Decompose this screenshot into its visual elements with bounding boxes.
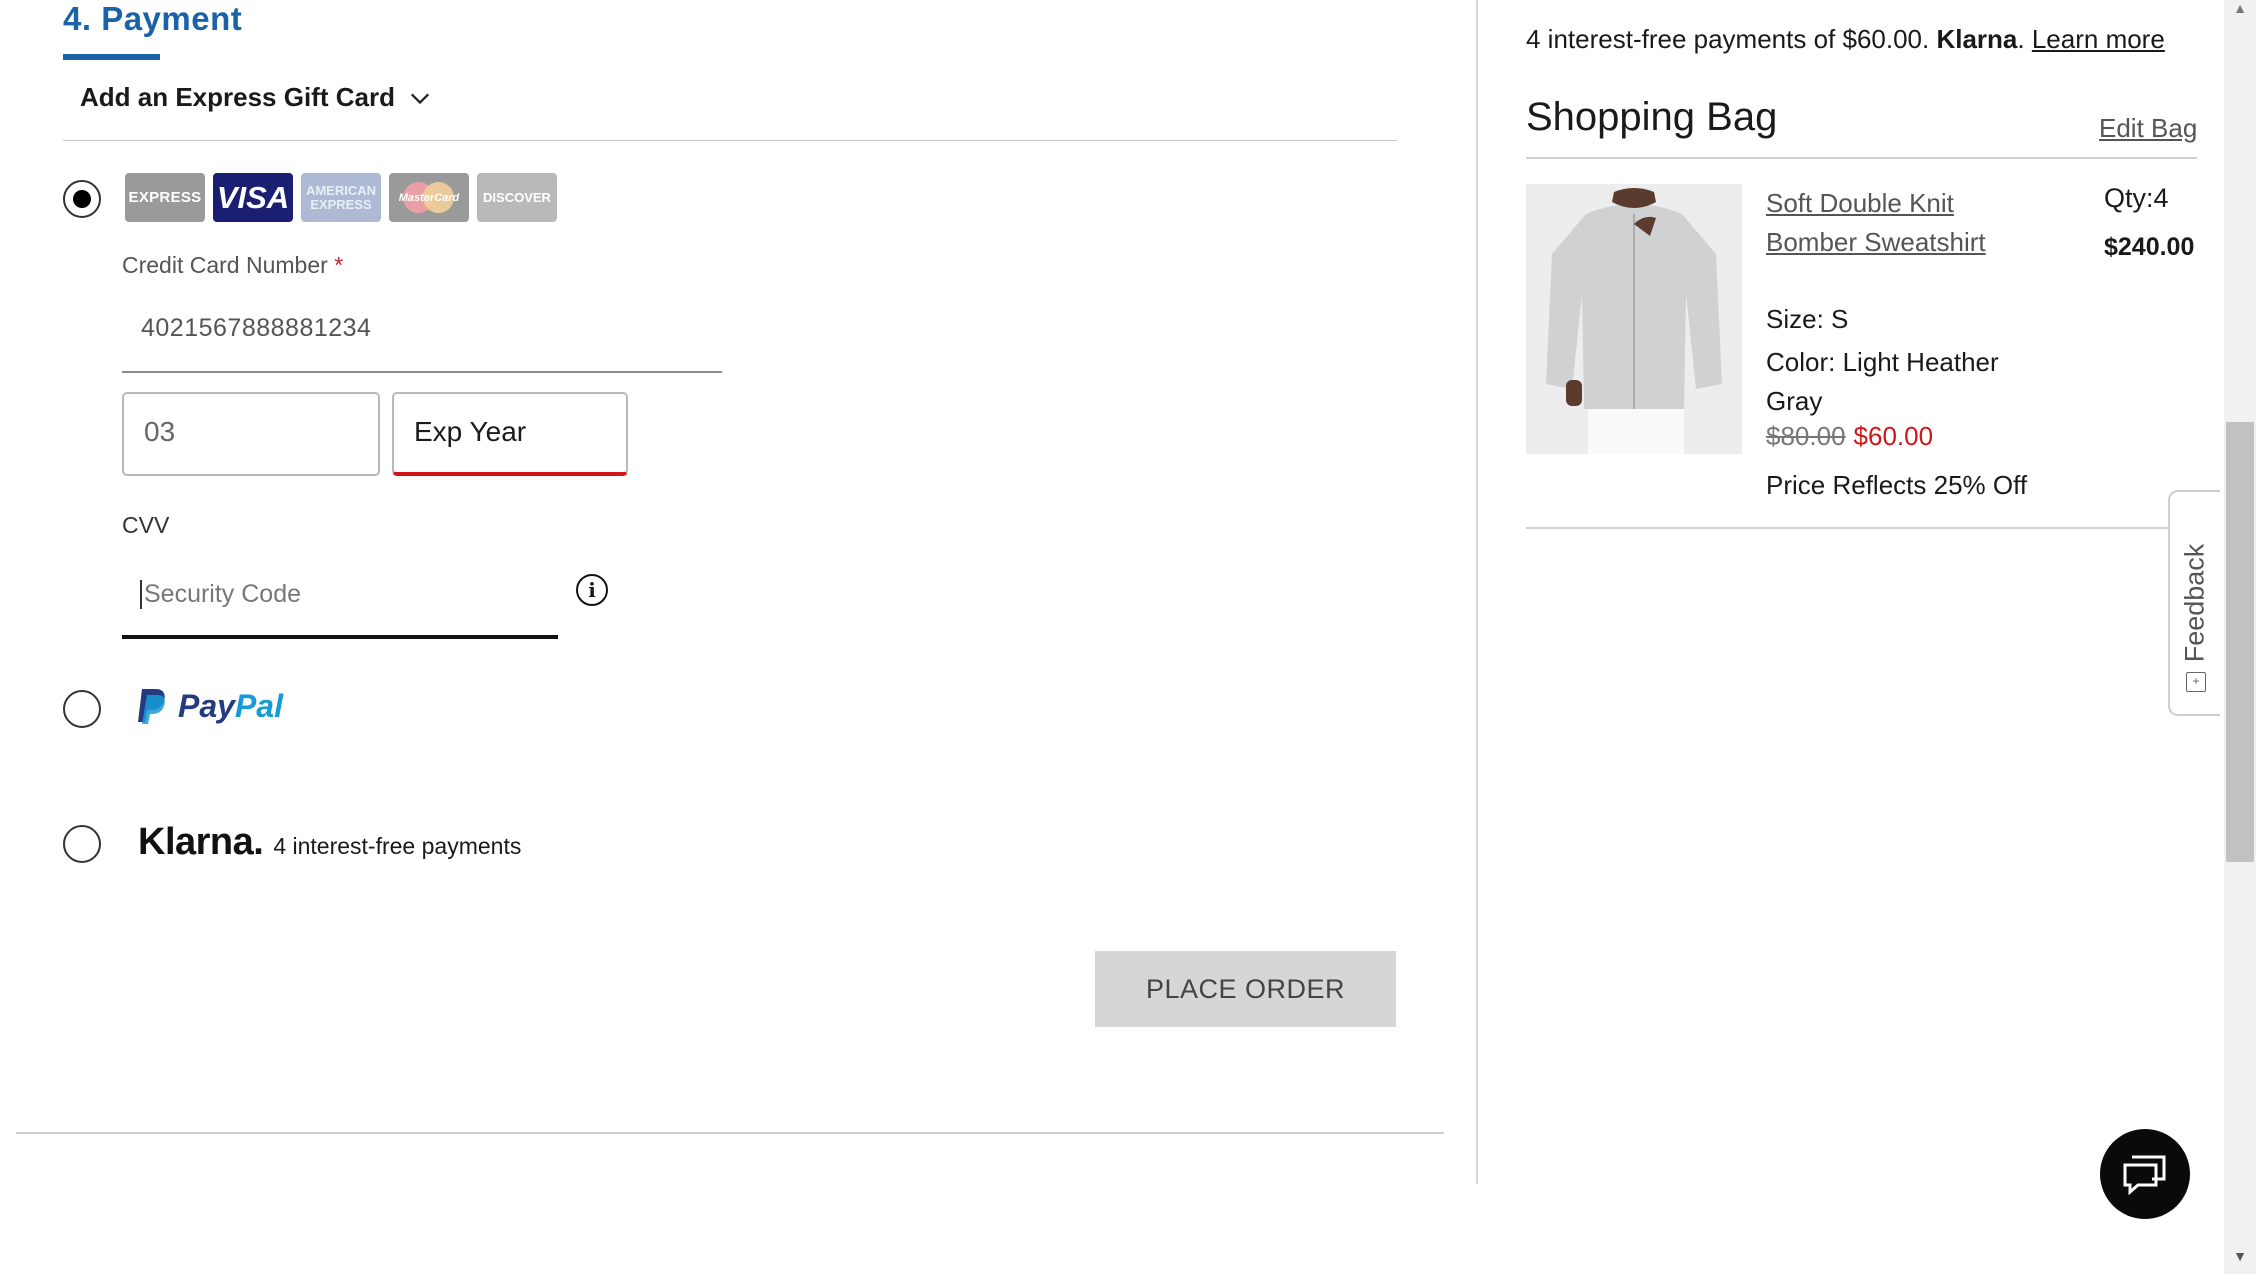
mastercard-logo: MasterCard bbox=[389, 173, 469, 222]
product-price: $80.00 $60.00 bbox=[1766, 421, 1933, 452]
add-gift-card-toggle[interactable]: Add an Express Gift Card bbox=[80, 82, 431, 113]
klarna-radio[interactable] bbox=[63, 825, 101, 863]
klarna-option: Klarna. 4 interest-free payments bbox=[138, 821, 521, 864]
discount-note: Price Reflects 25% Off bbox=[1766, 470, 2028, 500]
original-price: $80.00 bbox=[1766, 421, 1846, 451]
divider bbox=[63, 140, 1397, 141]
step-title-underline bbox=[63, 54, 160, 60]
gift-card-label: Add an Express Gift Card bbox=[80, 82, 395, 112]
chat-bubbles-icon bbox=[2123, 1155, 2166, 1195]
product-color: Color: Light Heather Gray bbox=[1766, 347, 1999, 416]
chat-button[interactable] bbox=[2100, 1129, 2190, 1219]
product-image[interactable] bbox=[1526, 184, 1742, 454]
card-number-label: Credit Card Number * bbox=[122, 252, 344, 278]
scroll-down-arrow-icon[interactable]: ▼ bbox=[2230, 1248, 2250, 1268]
required-asterisk: * bbox=[334, 252, 344, 278]
klarna-option-text: 4 interest-free payments bbox=[273, 833, 522, 859]
info-icon[interactable]: i bbox=[576, 574, 608, 606]
cvv-placeholder: Security Code bbox=[140, 580, 301, 609]
edit-bag-link[interactable]: Edit Bag bbox=[2099, 113, 2197, 144]
exp-year-field[interactable]: Exp Year bbox=[392, 392, 628, 476]
discover-logo: DISCOVER bbox=[477, 173, 557, 222]
sale-price: $60.00 bbox=[1853, 421, 1934, 451]
product-size: Size: S bbox=[1766, 304, 1849, 334]
sweatshirt-photo bbox=[1526, 184, 1742, 454]
cvv-field[interactable]: Security Code bbox=[122, 565, 558, 639]
product-name-link[interactable]: Soft Double Knit Bomber Sweatshirt bbox=[1766, 184, 2006, 262]
divider bbox=[1526, 157, 2197, 159]
amex-logo: AMERICAN EXPRESS bbox=[301, 173, 381, 222]
visa-logo: VISA bbox=[213, 173, 293, 222]
feedback-icon: + bbox=[2186, 672, 2206, 692]
paypal-p-icon bbox=[138, 689, 165, 724]
exp-year-placeholder: Exp Year bbox=[414, 416, 527, 447]
chevron-down-icon bbox=[410, 93, 429, 104]
express-card-logo: EXPRESS bbox=[125, 173, 205, 222]
cvv-label: CVV bbox=[122, 512, 170, 538]
divider bbox=[16, 1132, 1444, 1134]
paypal-radio[interactable] bbox=[63, 690, 101, 728]
credit-card-radio[interactable] bbox=[63, 180, 101, 218]
quantity: Qty:4 bbox=[2104, 183, 2169, 213]
klarna-installment-note: 4 interest-free payments of $60.00. Klar… bbox=[1526, 24, 2165, 54]
shopping-bag-title: Shopping Bag bbox=[1526, 95, 1778, 139]
scroll-up-arrow-icon[interactable]: ▲ bbox=[2230, 0, 2250, 20]
payment-step-title: 4. Payment bbox=[63, 0, 243, 37]
exp-month-value: 03 bbox=[144, 416, 176, 447]
klarna-brand: Klarna bbox=[1936, 24, 2018, 54]
klarna-logo: Klarna. bbox=[138, 821, 264, 863]
column-divider bbox=[1476, 0, 1478, 1184]
place-order-button[interactable]: PLACE ORDER bbox=[1095, 951, 1396, 1027]
divider bbox=[1526, 527, 2209, 529]
feedback-label: Feedback bbox=[2179, 543, 2210, 663]
line-total: $240.00 bbox=[2104, 233, 2195, 261]
card-brand-logos: EXPRESS VISA AMERICAN EXPRESS MasterCard… bbox=[125, 173, 557, 222]
learn-more-link[interactable]: Learn more bbox=[2032, 24, 2165, 54]
card-number-field[interactable]: 4021567888881234 bbox=[122, 302, 722, 373]
card-number-value: 4021567888881234 bbox=[141, 314, 372, 342]
paypal-logo: PayPal bbox=[136, 687, 283, 725]
exp-month-field[interactable]: 03 bbox=[122, 392, 380, 476]
scrollbar-thumb[interactable] bbox=[2226, 422, 2254, 862]
feedback-tab[interactable]: Feedback + bbox=[2168, 490, 2220, 716]
